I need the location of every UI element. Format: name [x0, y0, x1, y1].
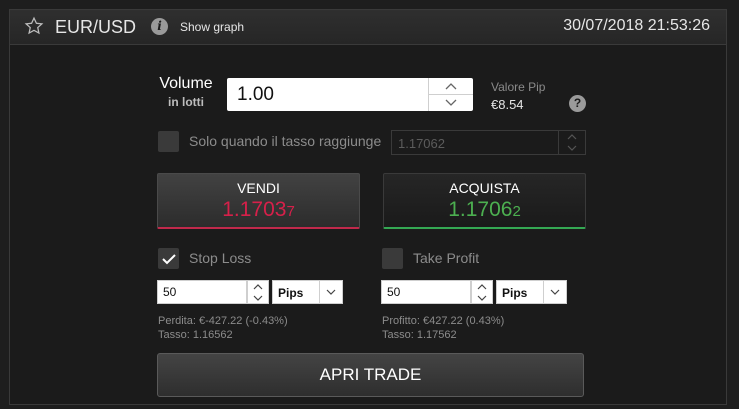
star-icon[interactable] — [24, 16, 44, 36]
chevron-up-icon — [253, 283, 263, 289]
stop-loss-stepper[interactable] — [247, 280, 269, 304]
limit-rate-stepper[interactable] — [558, 131, 585, 154]
datetime: 30/07/2018 21:53:26 — [563, 17, 710, 34]
take-profit-rate: Tasso: 1.17562 — [382, 329, 457, 341]
stop-loss-info: Perdita: €-427.22 (-0.43%) Tasso: 1.1656… — [158, 314, 288, 342]
stop-loss-label: Stop Loss — [189, 250, 252, 266]
stop-loss-rate: Tasso: 1.16562 — [158, 329, 233, 341]
chevron-up-icon — [445, 83, 457, 90]
chevron-down-icon — [326, 289, 336, 295]
take-profit-stepper[interactable] — [471, 280, 493, 304]
take-profit-info: Profitto: €427.22 (0.43%) Tasso: 1.17562 — [382, 314, 504, 342]
chevron-up-icon — [477, 283, 487, 289]
currency-pair: EUR/USD — [55, 17, 137, 37]
take-profit-input[interactable]: 50 — [381, 280, 471, 304]
sell-button[interactable]: VENDI 1.17037 — [157, 173, 360, 229]
help-icon[interactable]: ? — [569, 95, 586, 112]
stop-loss-unit-select[interactable]: Pips — [272, 280, 320, 304]
stop-loss-loss: Perdita: €-427.22 (-0.43%) — [158, 315, 288, 327]
limit-order-label: Solo quando il tasso raggiunge — [189, 133, 382, 149]
stop-loss-checkbox[interactable] — [158, 248, 179, 269]
volume-decrease-button[interactable] — [429, 95, 473, 111]
stop-loss-unit-dropdown[interactable] — [319, 280, 343, 304]
volume-sublabel: in lotti — [168, 95, 204, 109]
limit-order-checkbox[interactable] — [158, 131, 179, 152]
chevron-down-icon — [253, 295, 263, 301]
chevron-down-icon — [567, 145, 577, 151]
sell-price: 1.17037 — [222, 198, 295, 221]
limit-rate-input[interactable]: 1.17062 — [391, 130, 586, 155]
trade-panel: EUR/USD i Show graph 30/07/2018 21:53:26… — [9, 9, 727, 405]
volume-value: 1.00 — [237, 84, 274, 105]
stop-loss-input[interactable]: 50 — [157, 280, 247, 304]
buy-price: 1.17062 — [448, 198, 521, 221]
info-icon[interactable]: i — [151, 18, 168, 35]
buy-button[interactable]: ACQUISTA 1.17062 — [383, 173, 586, 229]
volume-increase-button[interactable] — [429, 78, 473, 95]
open-trade-button[interactable]: APRI TRADE — [157, 353, 584, 397]
chevron-down-icon — [550, 289, 560, 295]
limit-rate-value: 1.17062 — [398, 136, 445, 151]
header-bar: EUR/USD i Show graph 30/07/2018 21:53:26 — [10, 10, 726, 45]
take-profit-unit-select[interactable]: Pips — [496, 280, 544, 304]
chevron-up-icon — [567, 133, 577, 139]
show-graph-link[interactable]: Show graph — [180, 20, 244, 34]
pip-value: €8.54 — [491, 97, 524, 112]
pip-value-label: Valore Pip — [491, 80, 546, 94]
chevron-down-icon — [445, 99, 457, 106]
volume-label: Volume — [159, 75, 213, 92]
take-profit-profit: Profitto: €427.22 (0.43%) — [382, 315, 505, 327]
sell-label: VENDI — [237, 180, 280, 196]
volume-input[interactable]: 1.00 — [227, 78, 473, 111]
take-profit-label: Take Profit — [413, 250, 480, 266]
take-profit-checkbox[interactable] — [382, 248, 403, 269]
take-profit-unit-dropdown[interactable] — [543, 280, 567, 304]
chevron-down-icon — [477, 295, 487, 301]
buy-label: ACQUISTA — [449, 180, 520, 196]
check-icon — [162, 254, 176, 265]
volume-stepper[interactable] — [428, 78, 473, 111]
